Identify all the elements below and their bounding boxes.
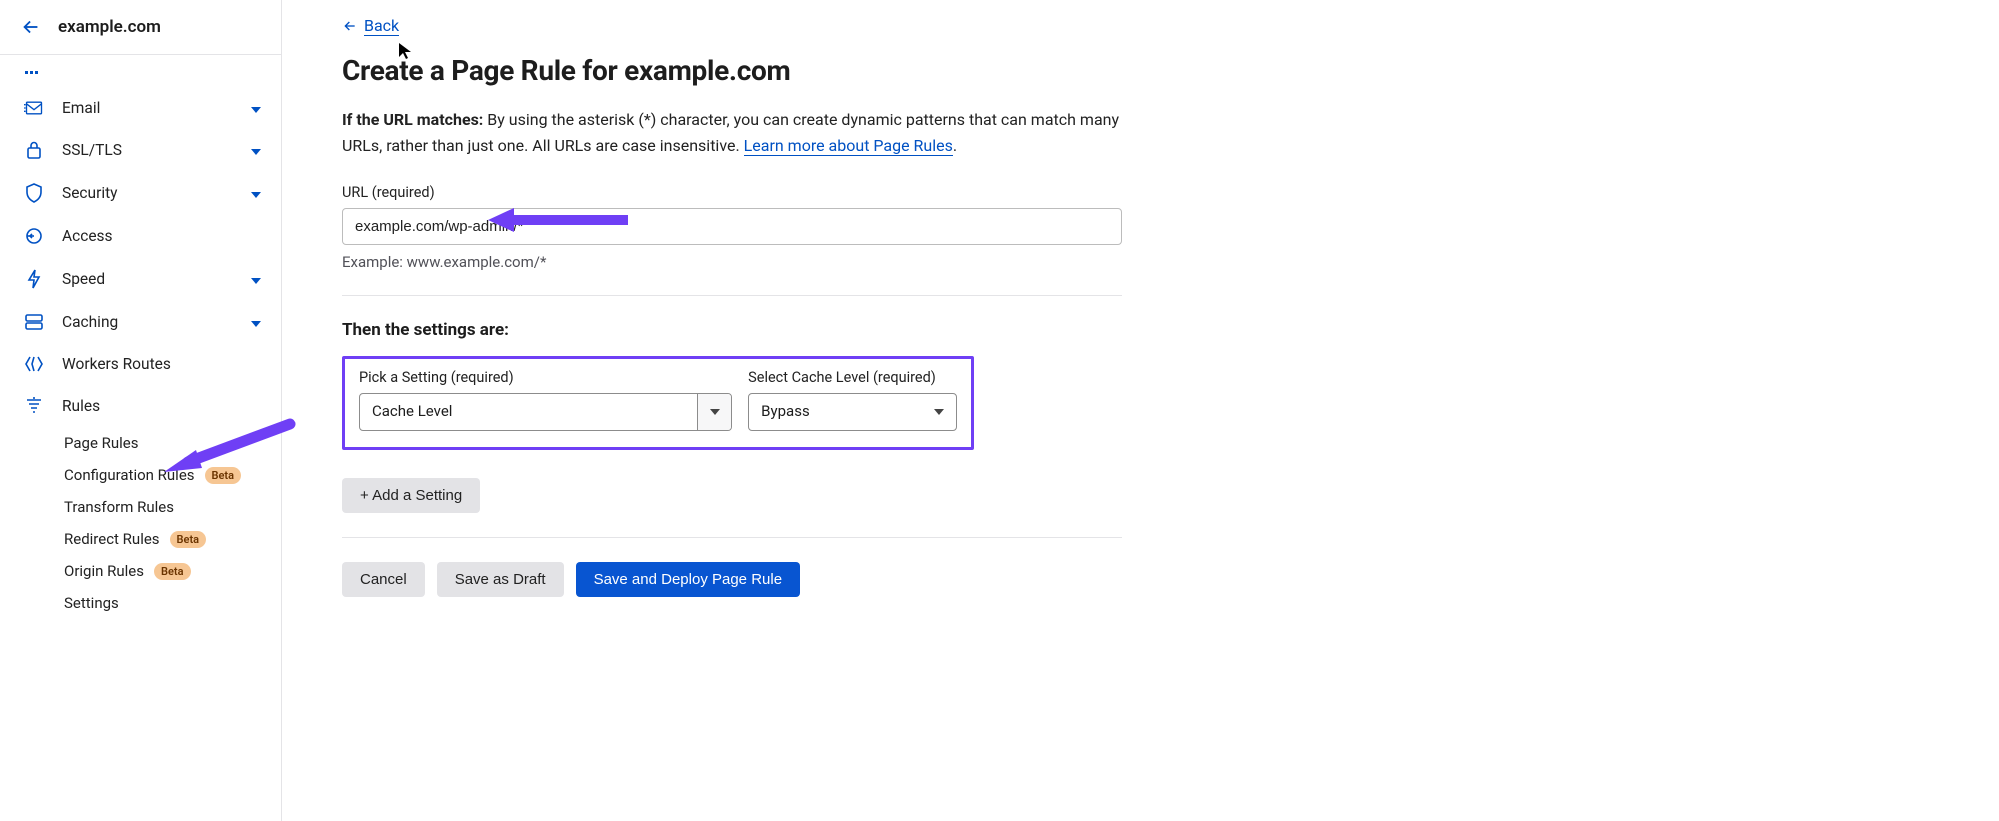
subitem-label: Configuration Rules — [64, 466, 195, 484]
save-draft-button[interactable]: Save as Draft — [437, 562, 564, 597]
sidebar-item-label: Email — [62, 99, 233, 117]
main-content: Back Create a Page Rule for example.com … — [282, 0, 1182, 821]
sidebar-item-rules[interactable]: Rules — [0, 385, 281, 427]
cancel-button[interactable]: Cancel — [342, 562, 425, 597]
back-link[interactable]: Back — [342, 12, 399, 40]
subitem-label: Transform Rules — [64, 498, 174, 516]
back-arrow-icon[interactable] — [20, 16, 42, 38]
divider — [342, 295, 1122, 296]
divider — [342, 537, 1122, 538]
beta-badge: Beta — [205, 467, 242, 484]
sidebar-item-security[interactable]: Security — [0, 171, 281, 215]
chevron-down-icon — [251, 184, 261, 202]
subitem-page-rules[interactable]: Page Rules — [64, 427, 281, 459]
sidebar-item-workers[interactable]: Workers Routes — [0, 343, 281, 385]
learn-more-link[interactable]: Learn more about Page Rules — [744, 136, 953, 156]
cache-level-label: Select Cache Level (required) — [748, 369, 957, 386]
pick-setting-col: Pick a Setting (required) Cache Level — [359, 369, 732, 431]
subitem-config-rules[interactable]: Configuration Rules Beta — [64, 459, 281, 491]
sidebar-item-label: Security — [62, 184, 233, 202]
sidebar-item-ssl[interactable]: SSL/TLS — [0, 129, 281, 171]
chevron-down-icon — [251, 270, 261, 288]
desc-strong: If the URL matches: — [342, 110, 483, 129]
chevron-down-icon — [251, 99, 261, 117]
subitem-label: Origin Rules — [64, 562, 144, 580]
dns-icon — [24, 66, 44, 74]
subitem-redirect-rules[interactable]: Redirect Rules Beta — [64, 523, 281, 555]
select-value: Bypass — [749, 394, 922, 430]
add-setting-button[interactable]: + Add a Setting — [342, 478, 480, 513]
beta-badge: Beta — [154, 563, 191, 580]
subitem-settings[interactable]: Settings — [64, 587, 281, 619]
sidebar-item-caching[interactable]: Caching — [0, 301, 281, 343]
cache-level-select[interactable]: Bypass — [748, 393, 957, 431]
pick-setting-select[interactable]: Cache Level — [359, 393, 732, 431]
mail-icon — [24, 100, 44, 116]
page-description: If the URL matches: By using the asteris… — [342, 107, 1122, 160]
funnel-icon — [24, 397, 44, 415]
url-label: URL (required) — [342, 184, 1122, 201]
rules-subnav: Page Rules Configuration Rules Beta Tran… — [0, 427, 281, 619]
save-deploy-button[interactable]: Save and Deploy Page Rule — [576, 562, 800, 597]
chevron-down-icon — [251, 313, 261, 331]
sidebar: example.com DNS Email — [0, 0, 282, 821]
settings-row-highlight: Pick a Setting (required) Cache Level Se… — [342, 356, 974, 450]
sidebar-item-label: Rules — [62, 397, 261, 415]
site-name: example.com — [58, 17, 161, 37]
settings-header: Then the settings are: — [342, 320, 1122, 340]
url-hint: Example: www.example.com/* — [342, 253, 1122, 271]
sidebar-item-label: Speed — [62, 270, 233, 288]
sidebar-item-dns[interactable]: DNS — [0, 61, 281, 87]
sidebar-item-label: Workers Routes — [62, 355, 261, 373]
caret-down-icon — [922, 394, 956, 430]
server-icon — [24, 314, 44, 330]
access-icon — [24, 227, 44, 245]
sidebar-nav: DNS Email SSL/TLS — [0, 55, 281, 639]
select-value: Cache Level — [360, 394, 697, 430]
cache-level-col: Select Cache Level (required) Bypass — [748, 369, 957, 431]
chevron-down-icon — [251, 141, 261, 159]
back-label: Back — [364, 16, 399, 36]
url-input[interactable] — [342, 208, 1122, 245]
sidebar-item-label: Caching — [62, 313, 233, 331]
action-row: Cancel Save as Draft Save and Deploy Pag… — [342, 562, 1122, 597]
sidebar-item-label: Access — [62, 227, 261, 245]
sidebar-item-label: SSL/TLS — [62, 141, 233, 159]
workers-icon — [24, 355, 44, 373]
subitem-transform-rules[interactable]: Transform Rules — [64, 491, 281, 523]
subitem-label: Redirect Rules — [64, 530, 160, 548]
subitem-origin-rules[interactable]: Origin Rules Beta — [64, 555, 281, 587]
sidebar-header: example.com — [0, 0, 281, 55]
pick-setting-label: Pick a Setting (required) — [359, 369, 732, 386]
lock-icon — [24, 141, 44, 159]
sidebar-item-access[interactable]: Access — [0, 215, 281, 257]
caret-down-icon — [697, 394, 731, 430]
subitem-label: Page Rules — [64, 434, 139, 452]
page-title: Create a Page Rule for example.com — [342, 54, 1122, 87]
arrow-left-icon — [342, 18, 358, 34]
bolt-icon — [24, 269, 44, 289]
sidebar-item-email[interactable]: Email — [0, 87, 281, 129]
shield-icon — [24, 183, 44, 203]
beta-badge: Beta — [170, 531, 207, 548]
subitem-label: Settings — [64, 594, 119, 612]
sidebar-item-speed[interactable]: Speed — [0, 257, 281, 301]
